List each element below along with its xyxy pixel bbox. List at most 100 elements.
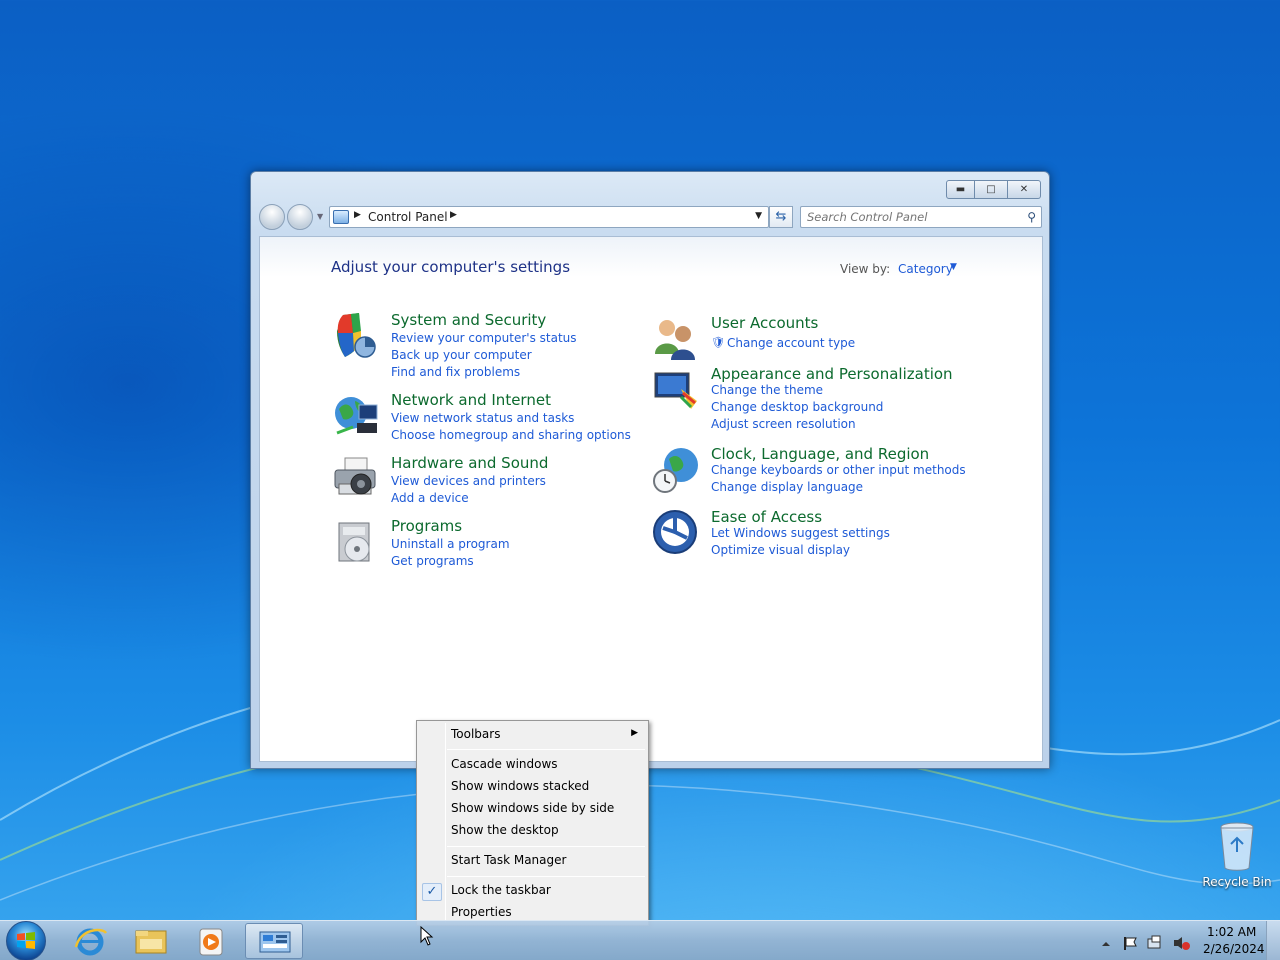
view-by-label: View by:	[840, 262, 891, 276]
category-link[interactable]: Get programs	[391, 554, 474, 568]
category-link[interactable]: Add a device	[391, 491, 469, 505]
monitor-palette-icon	[654, 372, 697, 409]
menu-item-task-manager[interactable]: Start Task Manager	[451, 853, 566, 867]
search-icon[interactable]: ⚲	[1027, 210, 1036, 224]
control-panel-window: ▬ □ ✕ ▼ ▶ Control Panel ▶ ▼ ⇆ ⚲ Adjust y…	[250, 171, 1050, 769]
category-link[interactable]: Change display language	[711, 480, 863, 494]
show-desktop-button[interactable]	[1266, 921, 1280, 960]
windows-logo-icon	[17, 932, 35, 949]
taskbar-context-menu: Toolbars ▶ Cascade windows Show windows …	[416, 720, 649, 926]
category-hardware-sound: Hardware and Sound View devices and prin…	[331, 454, 621, 509]
taskbar-windows-explorer[interactable]	[122, 923, 180, 959]
address-bar[interactable]: ▶ Control Panel ▶ ▼	[329, 206, 769, 228]
clock-date[interactable]: 2/26/2024	[1203, 942, 1265, 956]
minimize-button[interactable]: ▬	[946, 180, 975, 199]
recycle-bin[interactable]: Recycle Bin	[1200, 822, 1274, 892]
forward-button[interactable]	[287, 204, 313, 230]
category-user-accounts: User Accounts 🛡 Change account type	[651, 314, 951, 360]
taskbar-control-panel[interactable]	[245, 923, 303, 959]
globe-network-icon	[335, 397, 378, 435]
content-area: Adjust your computer's settings View by:…	[259, 236, 1043, 762]
breadcrumb-arrow-icon[interactable]: ▶	[450, 210, 457, 220]
control-panel-icon	[259, 931, 291, 953]
category-system-security: System and Security Review your computer…	[331, 311, 621, 381]
category-link[interactable]: Review your computer's status	[391, 331, 577, 345]
recycle-bin-label: Recycle Bin	[1202, 875, 1272, 889]
category-title[interactable]: Hardware and Sound	[391, 454, 548, 472]
category-link[interactable]: Change keyboards or other input methods	[711, 463, 966, 477]
users-icon	[655, 320, 695, 360]
category-title[interactable]: User Accounts	[711, 314, 818, 332]
system-tray	[1102, 935, 1190, 950]
menu-item-properties[interactable]: Properties	[451, 905, 512, 919]
checkmark-icon: ✓	[422, 883, 442, 901]
search-box[interactable]: ⚲	[800, 206, 1042, 228]
category-link[interactable]: Adjust screen resolution	[711, 417, 856, 431]
shield-icon	[337, 313, 376, 358]
recycle-bin-icon	[1220, 822, 1254, 871]
category-title[interactable]: System and Security	[391, 311, 546, 329]
category-link[interactable]: Choose homegroup and sharing options	[391, 428, 631, 442]
category-link[interactable]: Optimize visual display	[711, 543, 850, 557]
uac-shield-icon: 🛡	[711, 336, 725, 349]
view-by-caret-icon[interactable]: ▼	[950, 262, 957, 272]
taskbar-internet-explorer[interactable]	[62, 923, 120, 959]
maximize-button[interactable]: □	[975, 180, 1008, 199]
taskbar[interactable]	[0, 920, 1280, 960]
menu-gutter	[445, 723, 446, 923]
breadcrumb-control-panel[interactable]: Control Panel	[368, 210, 448, 224]
ease-of-access-icon	[653, 510, 697, 554]
category-title[interactable]: Programs	[391, 517, 462, 535]
category-appearance-personalization: Appearance and Personalization Change th…	[651, 365, 953, 435]
start-button[interactable]	[6, 921, 46, 960]
category-link[interactable]: Let Windows suggest settings	[711, 526, 890, 540]
navigation-bar: ▼ ▶ Control Panel ▶ ▼ ⇆ ⚲	[259, 204, 1042, 230]
menu-separator	[447, 876, 645, 877]
search-input[interactable]	[807, 208, 1017, 226]
address-dropdown-icon[interactable]: ▼	[755, 211, 762, 221]
menu-item-cascade[interactable]: Cascade windows	[451, 757, 558, 771]
category-link[interactable]: Uninstall a program	[391, 537, 510, 551]
programs-icon	[338, 522, 370, 562]
category-link[interactable]: Change the theme	[711, 383, 823, 397]
page-title: Adjust your computer's settings	[331, 258, 571, 276]
submenu-arrow-icon: ▶	[631, 728, 638, 738]
category-clock-language-region: Clock, Language, and Region Change keybo…	[651, 445, 966, 500]
category-title[interactable]: Ease of Access	[711, 508, 822, 526]
menu-item-toolbars[interactable]: Toolbars	[451, 727, 641, 743]
close-button[interactable]: ✕	[1008, 180, 1041, 199]
menu-item-side-by-side[interactable]: Show windows side by side	[451, 801, 614, 815]
category-link[interactable]: Find and fix problems	[391, 365, 520, 379]
category-link[interactable]: Change desktop background	[711, 400, 883, 414]
category-ease-of-access: Ease of Access Let Windows suggest setti…	[651, 508, 951, 563]
category-title[interactable]: Appearance and Personalization	[711, 365, 953, 383]
menu-separator	[447, 846, 645, 847]
recent-pages-dropdown[interactable]: ▼	[317, 212, 323, 221]
folder-icon	[135, 930, 167, 954]
category-link[interactable]: Back up your computer	[391, 348, 532, 362]
menu-item-stacked[interactable]: Show windows stacked	[451, 779, 589, 793]
category-link[interactable]: View network status and tasks	[391, 411, 574, 425]
view-by-dropdown[interactable]: Category	[898, 262, 953, 276]
media-player-icon	[199, 928, 223, 956]
caption-buttons: ▬ □ ✕	[946, 180, 1041, 199]
category-link[interactable]: View devices and printers	[391, 474, 546, 488]
taskbar-media-player[interactable]	[182, 923, 240, 959]
clock-globe-icon	[653, 448, 698, 493]
category-programs: Programs Uninstall a program Get program…	[331, 517, 621, 572]
menu-item-show-desktop[interactable]: Show the desktop	[451, 823, 559, 837]
printer-icon	[334, 457, 376, 495]
back-button[interactable]	[259, 204, 285, 230]
menu-separator	[447, 749, 645, 750]
menu-item-label: Toolbars	[451, 727, 501, 741]
control-panel-icon	[333, 210, 349, 224]
category-title[interactable]: Clock, Language, and Region	[711, 445, 929, 463]
refresh-button[interactable]: ⇆	[769, 206, 793, 228]
internet-explorer-icon	[74, 928, 108, 956]
menu-item-lock-taskbar[interactable]: Lock the taskbar	[451, 883, 551, 897]
category-network-internet: Network and Internet View network status…	[331, 391, 631, 446]
breadcrumb-arrow-icon[interactable]: ▶	[354, 210, 361, 220]
clock-time[interactable]: 1:02 AM	[1207, 925, 1256, 939]
category-title[interactable]: Network and Internet	[391, 391, 551, 409]
category-link[interactable]: Change account type	[727, 336, 855, 350]
